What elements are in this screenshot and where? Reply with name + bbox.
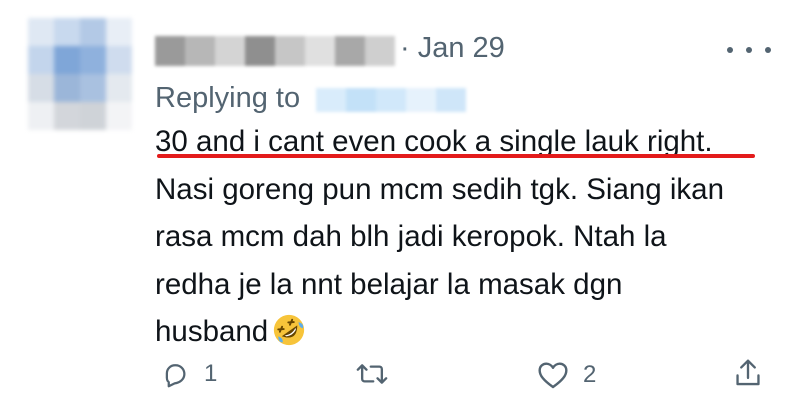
share-button[interactable]	[733, 357, 763, 389]
heart-icon	[538, 362, 568, 389]
reply-count: 1	[204, 360, 218, 387]
more-options-icon[interactable]	[727, 40, 771, 60]
avatar[interactable]	[28, 18, 132, 130]
tweet-line: 30 and i cant even cook a single lauk ri…	[155, 125, 713, 158]
tweet-line: Nasi goreng pun mcm sedih tgk. Siang ika…	[155, 172, 724, 206]
reply-button[interactable]: 1	[160, 359, 217, 389]
reply-handle[interactable]	[316, 88, 466, 112]
tweet-line: redha je la nnt belajar la masak dgn	[155, 267, 623, 301]
tweet-line: rasa mcm dah blh jadi keropok. Ntah la	[155, 220, 667, 253]
like-count: 2	[583, 361, 597, 388]
display-name[interactable]	[155, 36, 395, 66]
action-bar: 1 2	[0, 352, 800, 396]
like-button[interactable]: 2	[537, 360, 596, 390]
retweet-icon	[356, 364, 388, 384]
share-icon	[736, 359, 760, 386]
rolling-on-the-floor-laughing-emoji	[274, 314, 305, 346]
tweet-card[interactable]: · Jan 29 Replying to 30 and i cant even …	[0, 0, 800, 417]
tweet-line: husband	[155, 315, 269, 348]
tweet-date[interactable]: · Jan 29	[400, 32, 505, 65]
reply-icon	[165, 364, 186, 388]
highlight-underline	[157, 154, 755, 158]
tweet-last-line: husband	[155, 308, 795, 356]
replying-to-label: Replying to	[155, 82, 301, 114]
retweet-button[interactable]	[356, 359, 402, 389]
